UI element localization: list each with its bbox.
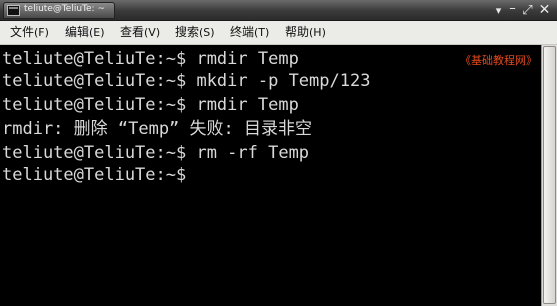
terminal-line: teliute@TeliuTe:~$ rmdir Temp	[2, 49, 299, 69]
menu-edit[interactable]: 编辑(E)	[65, 25, 105, 40]
menu-terminal[interactable]: 终端(T)	[230, 25, 269, 40]
terminal-prompt-line: teliute@TeliuTe:~$	[2, 165, 197, 185]
watermark-label: 《基础教程网》	[460, 54, 537, 67]
scrollbar-thumb[interactable]	[543, 46, 556, 304]
menu-help-label: 帮助	[285, 25, 310, 39]
maximize-button[interactable]: ⤢	[519, 2, 536, 19]
terminal-icon	[7, 5, 20, 16]
close-button[interactable]: ✕	[536, 2, 553, 19]
terminal-line: teliute@TeliuTe:~$ rmdir Temp	[2, 95, 299, 115]
menu-search-accel: (S)	[199, 26, 215, 39]
terminal-window: teliute@TeliuTe: ~ ▾ – ⤢ ✕ 文件(F) 编辑(E) 查…	[0, 0, 557, 306]
window-title-tab[interactable]: teliute@TeliuTe: ~	[3, 2, 115, 19]
terminal-line: teliute@TeliuTe:~$ rm -rf Temp	[2, 143, 310, 163]
menu-help[interactable]: 帮助(H)	[285, 25, 326, 40]
menu-view-accel: (V)	[144, 26, 161, 39]
menu-file-accel: (F)	[34, 26, 49, 39]
vertical-scrollbar[interactable]	[541, 45, 557, 306]
menu-terminal-label: 终端	[230, 25, 255, 39]
menu-bar: 文件(F) 编辑(E) 查看(V) 搜索(S) 终端(T) 帮助(H)	[0, 21, 557, 45]
terminal-output[interactable]: teliute@TeliuTe:~$ rmdir Temp teliute@Te…	[0, 45, 541, 306]
menu-search[interactable]: 搜索(S)	[175, 25, 215, 40]
window-title: teliute@TeliuTe: ~	[24, 4, 105, 14]
menu-file-label: 文件	[10, 25, 35, 39]
menu-terminal-accel: (T)	[254, 26, 270, 39]
menu-view[interactable]: 查看(V)	[120, 25, 160, 40]
menu-edit-accel: (E)	[89, 26, 105, 39]
menu-file[interactable]: 文件(F)	[10, 25, 49, 40]
menu-view-label: 查看	[120, 25, 145, 39]
terminal-error-line: rmdir: 删除 “Temp” 失败: 目录非空	[2, 119, 312, 139]
terminal-line: teliute@TeliuTe:~$ mkdir -p Temp/123	[2, 71, 371, 91]
menu-help-accel: (H)	[309, 26, 326, 39]
menu-search-label: 搜索	[175, 25, 200, 39]
title-bar[interactable]: teliute@TeliuTe: ~ ▾ – ⤢ ✕	[0, 0, 557, 21]
menu-edit-label: 编辑	[65, 25, 90, 39]
